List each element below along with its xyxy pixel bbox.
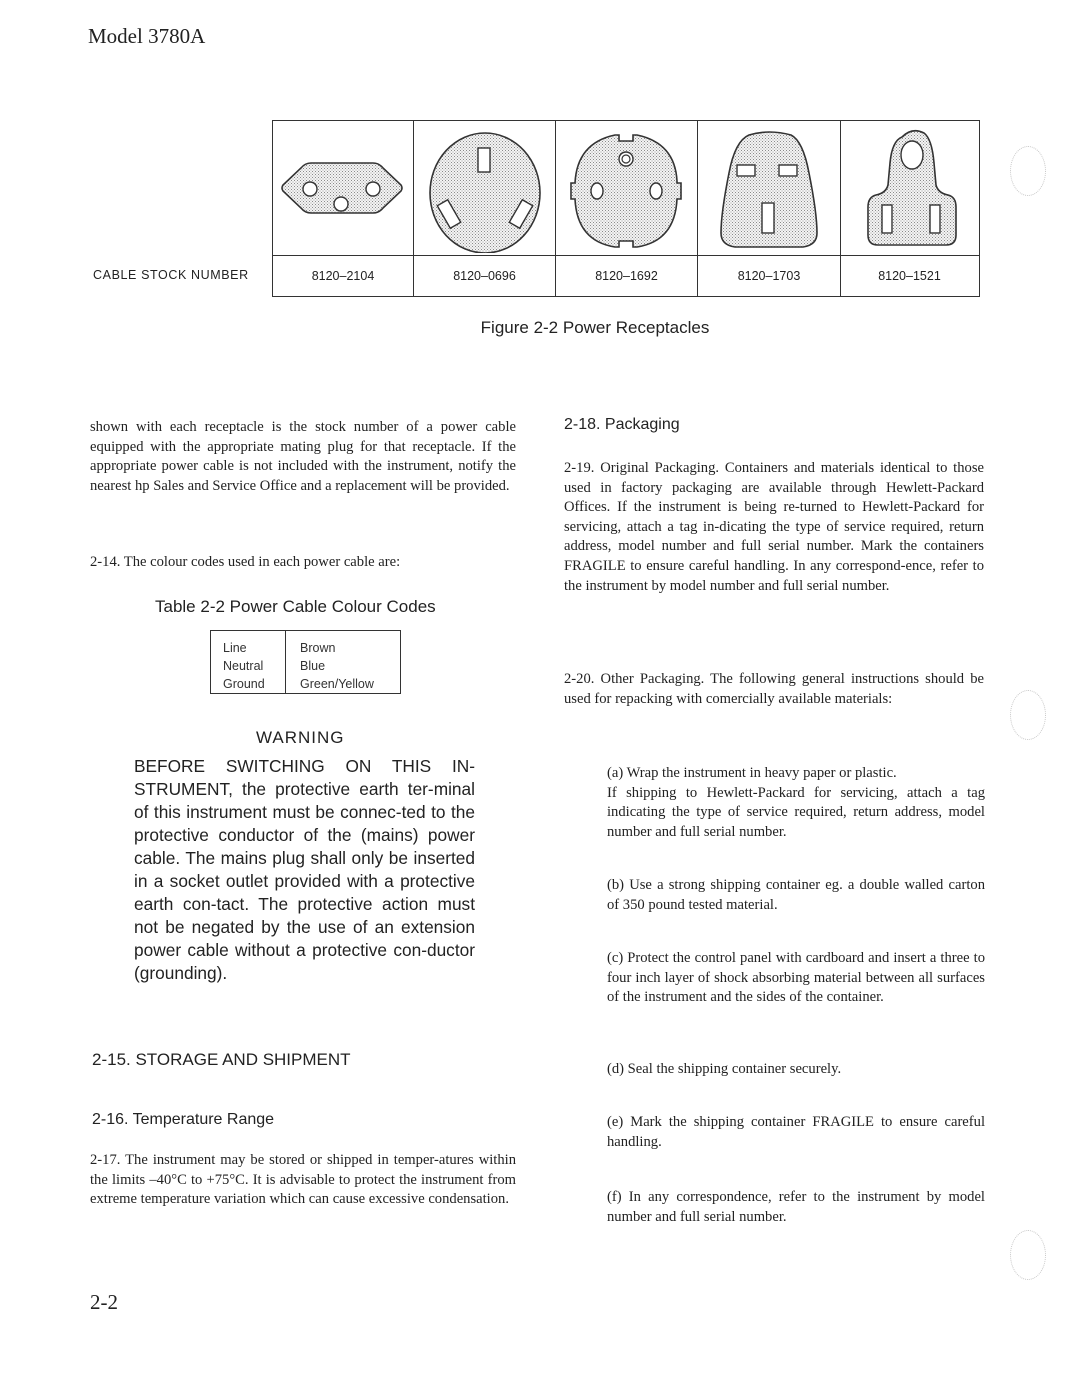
packaging-step-d: (d) Seal the shipping container securely… bbox=[607, 1061, 842, 1077]
round-3-slot-angled-receptacle-icon bbox=[429, 132, 541, 253]
paragraph-2-14: 2-14. The colour codes used in each powe… bbox=[90, 554, 401, 570]
us-3-pin-receptacle-icon bbox=[867, 129, 957, 246]
stock-number: 8120–2104 bbox=[311, 269, 375, 283]
conductor-cell: Ground bbox=[223, 677, 265, 691]
colour-column: Brown Blue Green/Yellow bbox=[286, 631, 400, 693]
paragraph-2-20: 2-20. Other Packaging. The following gen… bbox=[564, 671, 984, 707]
figure-caption: Figure 2-2 Power Receptacles bbox=[480, 318, 710, 337]
section-heading-2-18: 2-18. Packaging bbox=[564, 416, 680, 433]
table-title: Table 2-2 Power Cable Colour Codes bbox=[155, 597, 436, 616]
row-divider bbox=[273, 255, 979, 256]
cable-stock-number-label: CABLE STOCK NUMBER bbox=[93, 268, 249, 282]
punch-hole-mark bbox=[1010, 146, 1046, 196]
intro-paragraph: shown with each receptacle is the stock … bbox=[90, 419, 516, 494]
model-header: Model 3780A bbox=[88, 24, 206, 48]
packaging-step-e: (e) Mark the shipping container FRAGILE … bbox=[607, 1114, 985, 1150]
stock-number: 8120–0696 bbox=[453, 269, 516, 283]
uk-3-rectangular-pin-receptacle-icon bbox=[720, 131, 818, 248]
colour-cell: Blue bbox=[300, 659, 326, 673]
stock-number: 8120–1692 bbox=[595, 269, 658, 283]
conductor-column: Line Neutral Ground bbox=[211, 631, 286, 693]
section-heading-2-16: 2-16. Temperature Range bbox=[92, 1111, 275, 1128]
page-number: 2-2 bbox=[90, 1290, 118, 1314]
packaging-step-c: (c) Protect the control panel with cardb… bbox=[607, 950, 985, 1006]
conductor-cell: Neutral bbox=[223, 659, 264, 673]
punch-hole-mark bbox=[1010, 1230, 1046, 1280]
colour-cell: Brown bbox=[300, 641, 336, 655]
colour-code-table: Line Neutral Ground Brown Blue Green/Yel… bbox=[210, 630, 401, 694]
warning-title: WARNING bbox=[256, 728, 345, 747]
section-heading-2-15: 2-15. STORAGE AND SHIPMENT bbox=[92, 1050, 351, 1069]
schuko-receptacle-icon bbox=[570, 134, 682, 248]
stock-number: 8120–1703 bbox=[737, 269, 801, 283]
conductor-cell: Line bbox=[223, 641, 247, 655]
paragraph-2-17: 2-17. The instrument may be stored or sh… bbox=[90, 1152, 516, 1208]
receptacle-figure-table: 8120–2104 8120–0696 8120–1692 8120–1703 … bbox=[272, 120, 980, 297]
hexagonal-3-pin-receptacle-icon bbox=[281, 162, 403, 214]
packaging-step-b: (b) Use a strong shipping container eg. … bbox=[607, 877, 985, 913]
packaging-step-f: (f) In any correspondence, refer to the … bbox=[607, 1189, 985, 1225]
stock-number: 8120–1521 bbox=[878, 269, 941, 283]
warning-text: BEFORE SWITCHING ON THIS IN-STRUMENT, th… bbox=[134, 756, 475, 983]
paragraph-2-19: 2-19. Original Packaging. Containers and… bbox=[564, 460, 984, 594]
packaging-step-a: (a) Wrap the instrument in heavy paper o… bbox=[607, 765, 985, 840]
colour-cell: Green/Yellow bbox=[300, 677, 374, 691]
punch-hole-mark bbox=[1010, 690, 1046, 740]
